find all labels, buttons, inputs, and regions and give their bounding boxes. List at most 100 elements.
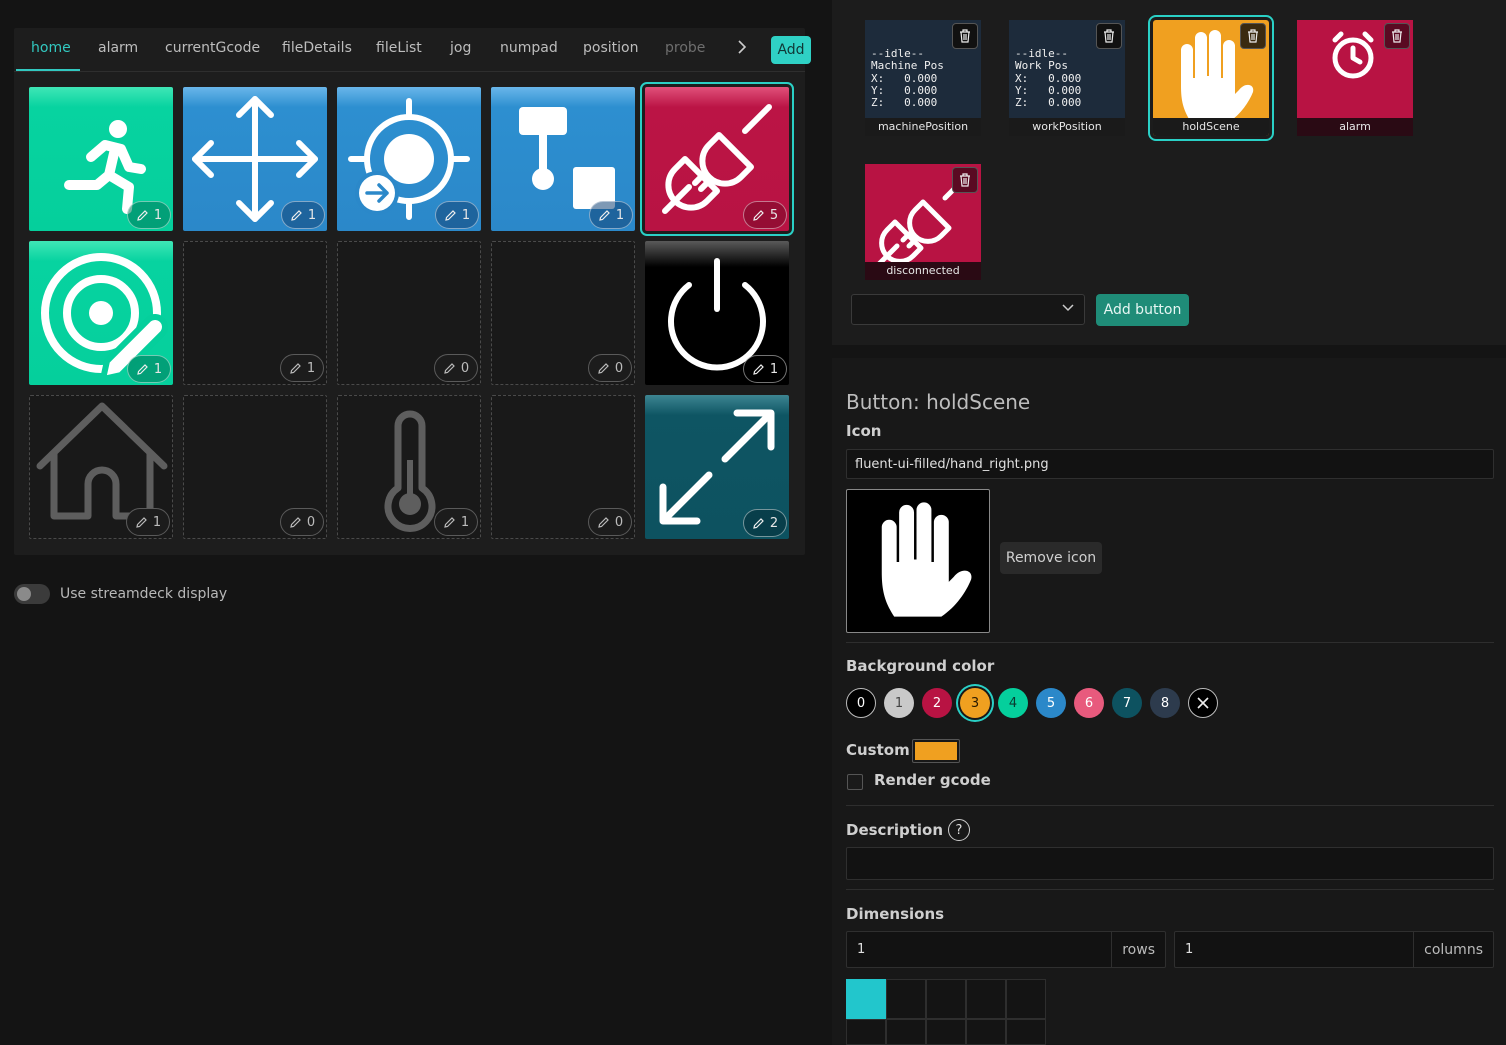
edit-button-badge[interactable]: 1 xyxy=(127,355,171,383)
dimension-cell[interactable] xyxy=(926,1019,966,1045)
grid-button-disconnect[interactable]: 5 xyxy=(640,82,794,236)
clear-color-button[interactable] xyxy=(1188,688,1218,718)
scene-tile-disconnected[interactable]: disconnected xyxy=(865,164,981,280)
grid-button-power[interactable]: 1 xyxy=(645,241,789,385)
add-scene-button[interactable]: Add xyxy=(771,36,811,64)
edit-button-badge[interactable]: 0 xyxy=(588,354,632,382)
pencil-icon xyxy=(291,209,302,221)
dimension-cell[interactable] xyxy=(966,1019,1006,1045)
icon-path-input[interactable]: fluent-ui-filled/hand_right.png xyxy=(846,449,1494,479)
edit-button-badge[interactable]: 1 xyxy=(126,508,170,536)
grid-button-empty[interactable]: 1 xyxy=(183,241,327,385)
grid-button-run[interactable]: 1 xyxy=(29,87,173,231)
grid-button-jog[interactable]: 1 xyxy=(183,87,327,231)
grid-button-goto[interactable]: 1 xyxy=(337,87,481,231)
tab-numpad[interactable]: numpad xyxy=(500,40,558,56)
delete-button[interactable] xyxy=(1384,23,1410,49)
dimension-cell[interactable] xyxy=(1006,979,1046,1019)
color-swatch-2[interactable]: 2 xyxy=(922,688,952,718)
usage-count: 5 xyxy=(769,207,779,223)
pencil-icon xyxy=(136,516,147,528)
delete-button[interactable] xyxy=(952,23,978,49)
dimension-cell[interactable] xyxy=(886,979,926,1019)
dimension-cell[interactable] xyxy=(966,979,1006,1019)
color-swatch-8[interactable]: 8 xyxy=(1150,688,1180,718)
usage-count: 1 xyxy=(461,207,471,223)
color-swatch-3[interactable]: 3 xyxy=(960,688,990,718)
grid-button-probe[interactable]: 1 xyxy=(491,87,635,231)
dimension-cell[interactable] xyxy=(846,1019,886,1045)
grid-button-home[interactable]: 1 xyxy=(29,395,173,539)
icon-preview xyxy=(846,489,990,633)
trash-icon xyxy=(1248,29,1258,43)
button-editor: Button: holdScene Icon fluent-ui-filled/… xyxy=(832,358,1506,1045)
tab-position[interactable]: position xyxy=(583,40,638,56)
tab-jog[interactable]: jog xyxy=(450,40,471,56)
delete-button[interactable] xyxy=(1096,23,1122,49)
chevron-down-icon xyxy=(1062,301,1074,317)
scene-tile-workposition[interactable]: --idle-- Work Pos X: 0.000 Y: 0.000 Z: 0… xyxy=(1009,20,1125,136)
tab-filedetails[interactable]: fileDetails xyxy=(282,40,352,56)
columns-input[interactable]: 1 columns xyxy=(1174,931,1494,968)
edit-button-badge[interactable]: 1 xyxy=(280,354,324,382)
color-swatch-6[interactable]: 6 xyxy=(1074,688,1104,718)
usage-count: 1 xyxy=(460,514,470,530)
render-gcode-checkbox[interactable] xyxy=(847,774,863,790)
tab-probe[interactable]: probe xyxy=(665,40,705,56)
edit-button-badge[interactable]: 1 xyxy=(281,201,325,229)
pencil-icon xyxy=(445,209,456,221)
edit-button-badge[interactable]: 1 xyxy=(127,201,171,229)
grid-button-empty[interactable]: 0 xyxy=(491,395,635,539)
dimension-cell[interactable] xyxy=(886,1019,926,1045)
grid-button-temperature[interactable]: 1 xyxy=(337,395,481,539)
tab-home[interactable]: home xyxy=(31,40,71,56)
trash-icon xyxy=(960,29,970,43)
grid-button-probe-target[interactable]: 1 xyxy=(29,241,173,385)
color-swatch-5[interactable]: 5 xyxy=(1036,688,1066,718)
scene-tile-holdscene[interactable]: holdScene xyxy=(1148,15,1274,141)
edit-button-badge[interactable]: 1 xyxy=(435,201,479,229)
scene-tile-machineposition[interactable]: --idle-- Machine Pos X: 0.000 Y: 0.000 Z… xyxy=(865,20,981,136)
tab-filelist[interactable]: fileList xyxy=(376,40,422,56)
dimension-cell[interactable] xyxy=(846,979,886,1019)
delete-button[interactable] xyxy=(1240,23,1266,49)
edit-button-badge[interactable]: 5 xyxy=(743,201,787,229)
dimensions-label: Dimensions xyxy=(846,905,945,923)
remove-icon-button[interactable]: Remove icon xyxy=(1000,542,1102,574)
add-button[interactable]: Add button xyxy=(1096,294,1189,326)
streamdeck-toggle[interactable] xyxy=(14,584,50,604)
pencil-icon xyxy=(753,209,764,221)
color-swatch-0[interactable]: 0 xyxy=(846,688,876,718)
edit-button-badge[interactable]: 1 xyxy=(743,355,787,383)
help-icon[interactable]: ? xyxy=(948,819,970,841)
tab-alarm[interactable]: alarm xyxy=(98,40,138,56)
color-swatch-7[interactable]: 7 xyxy=(1112,688,1142,718)
description-input[interactable] xyxy=(846,847,1494,880)
tile-text: --idle-- Work Pos X: 0.000 Y: 0.000 Z: 0… xyxy=(1015,47,1082,110)
delete-button[interactable] xyxy=(952,167,978,193)
edit-button-badge[interactable]: 0 xyxy=(588,508,632,536)
edit-button-badge[interactable]: 0 xyxy=(280,508,324,536)
render-gcode-label: Render gcode xyxy=(874,771,991,789)
custom-color-picker[interactable] xyxy=(912,739,960,763)
tab-currentgcode[interactable]: currentGcode xyxy=(165,40,260,56)
edit-button-badge[interactable]: 1 xyxy=(434,508,478,536)
edit-button-badge[interactable]: 1 xyxy=(589,201,633,229)
scene-buttons-panel: --idle-- Machine Pos X: 0.000 Y: 0.000 Z… xyxy=(832,0,1506,345)
grid-button-empty[interactable]: 0 xyxy=(337,241,481,385)
edit-button-badge[interactable]: 2 xyxy=(743,509,787,537)
grid-button-fullscreen[interactable]: 2 xyxy=(645,395,789,539)
button-type-select[interactable] xyxy=(851,294,1085,325)
rows-input[interactable]: 1 rows xyxy=(846,931,1166,968)
grid-button-empty[interactable]: 0 xyxy=(491,241,635,385)
edit-button-badge[interactable]: 0 xyxy=(434,354,478,382)
color-swatch-1[interactable]: 1 xyxy=(884,688,914,718)
dimension-cell[interactable] xyxy=(1006,1019,1046,1045)
color-swatch-4[interactable]: 4 xyxy=(998,688,1028,718)
chevron-right-icon[interactable] xyxy=(730,38,754,62)
pencil-icon xyxy=(753,363,764,375)
grid-button-empty[interactable]: 0 xyxy=(183,395,327,539)
dimension-cell[interactable] xyxy=(926,979,966,1019)
tile-label: holdScene xyxy=(1153,118,1269,136)
scene-tile-alarm[interactable]: alarm xyxy=(1297,20,1413,136)
